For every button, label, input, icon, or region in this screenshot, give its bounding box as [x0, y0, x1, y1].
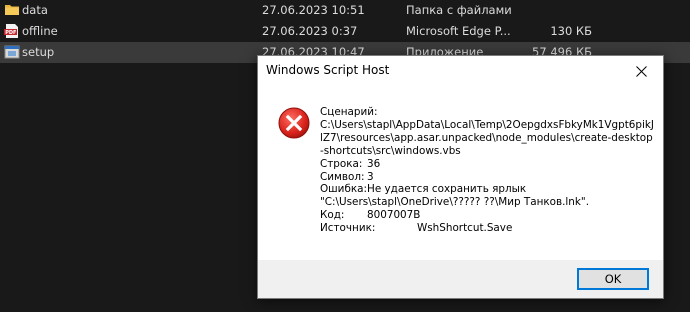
- file-type: Microsoft Edge P...: [406, 24, 511, 38]
- file-type: Папка с файлами: [406, 3, 512, 17]
- error-icon: [278, 107, 310, 139]
- line-row: Строка: 36: [320, 158, 656, 171]
- error-path: "C:\Users\stapl\OneDrive\????? ??\Мир Та…: [320, 196, 589, 209]
- line-value: 36: [367, 157, 381, 170]
- file-date: 27.06.2023 10:51: [262, 3, 365, 17]
- file-row-offline[interactable]: PDF offline 27.06.2023 0:37 Microsoft Ed…: [0, 21, 690, 42]
- line-label: Строка:: [320, 157, 363, 170]
- dialog-body: Сценарий: C:\Users\stapl\AppData\Local\T…: [258, 87, 663, 260]
- file-date: 27.06.2023 0:37: [262, 24, 358, 38]
- close-button[interactable]: [619, 56, 663, 86]
- file-row-data[interactable]: data 27.06.2023 10:51 Папка с файлами: [0, 0, 690, 21]
- dialog-footer: OK: [258, 260, 663, 298]
- code-row: Код: 8007007B: [320, 209, 656, 222]
- char-row: Символ: 3: [320, 171, 656, 184]
- error-text: Не удается сохранить ярлык: [367, 183, 527, 196]
- char-value: 3: [367, 170, 374, 183]
- source-value: WshShortcut.Save: [417, 222, 513, 235]
- dialog-title: Windows Script Host: [266, 63, 390, 77]
- error-message: Сценарий: C:\Users\stapl\AppData\Local\T…: [320, 106, 656, 235]
- dialog-titlebar[interactable]: Windows Script Host: [258, 56, 663, 87]
- scenario-label: Сценарий:: [320, 106, 378, 118]
- error-label: Ошибка:: [320, 183, 367, 196]
- source-label: Источник:: [320, 222, 376, 235]
- pdf-icon: PDF: [4, 23, 20, 39]
- file-name: setup: [22, 45, 55, 59]
- ok-button[interactable]: OK: [577, 268, 649, 290]
- close-icon: [635, 65, 647, 77]
- file-name: data: [22, 3, 48, 17]
- svg-text:PDF: PDF: [5, 30, 16, 36]
- file-name: offline: [22, 24, 58, 38]
- error-dialog: Windows Script Host Сценарий: C:\Users\s…: [257, 55, 664, 299]
- source-row: Источник: WshShortcut.Save: [320, 222, 656, 235]
- setup-app-icon: [4, 44, 20, 60]
- file-size: 130 КБ: [550, 24, 592, 38]
- code-label: Код:: [320, 209, 345, 222]
- error-row: Ошибка: Не удается сохранить ярлык: [320, 183, 656, 196]
- script-path: C:\Users\stapl\AppData\Local\Temp\2Oepgd…: [320, 118, 654, 157]
- char-label: Символ:: [320, 170, 365, 183]
- folder-icon: [4, 2, 20, 18]
- code-value: 8007007B: [367, 209, 421, 222]
